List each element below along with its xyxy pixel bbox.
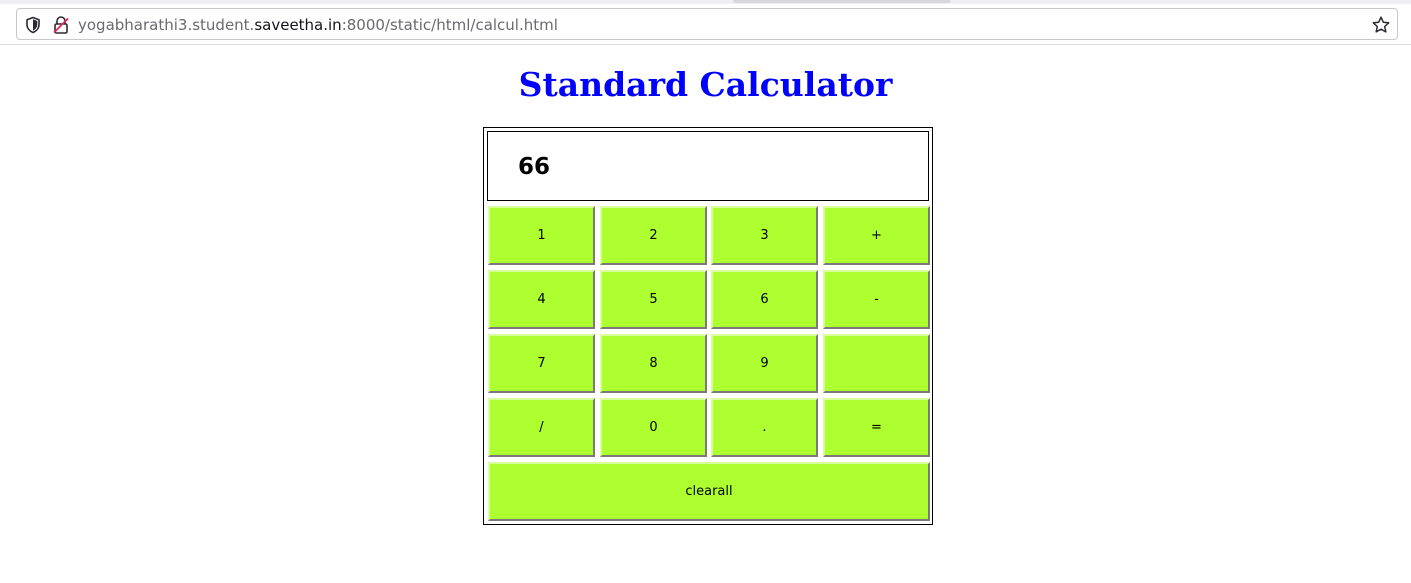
plus-button[interactable]: +: [823, 206, 930, 265]
shield-icon[interactable]: [24, 16, 42, 34]
calculator: 66 1 2 3 + 4 5 6 - 7 8 9 / 0 . = clearal…: [483, 127, 933, 525]
clear-all-button[interactable]: clearall: [488, 462, 930, 521]
key-5-button[interactable]: 5: [600, 270, 707, 329]
url-path: :8000/static/html/calcul.html: [341, 16, 558, 34]
address-bar[interactable]: yogabharathi3.student.saveetha.in:8000/s…: [16, 8, 1398, 40]
equals-button[interactable]: =: [823, 398, 930, 457]
minus-button[interactable]: -: [823, 270, 930, 329]
url-host: saveetha.in: [254, 16, 342, 34]
browser-tab-strip: [0, 0, 1411, 4]
divide-button[interactable]: /: [488, 398, 595, 457]
display-value: 66: [518, 154, 551, 180]
key-1-button[interactable]: 1: [488, 206, 595, 265]
page-title: Standard Calculator: [518, 65, 893, 104]
key-6-button[interactable]: 6: [711, 270, 818, 329]
key-9-button[interactable]: 9: [711, 334, 818, 393]
blank-button[interactable]: [823, 334, 930, 393]
decimal-point-button[interactable]: .: [711, 398, 818, 457]
key-4-button[interactable]: 4: [488, 270, 595, 329]
bookmark-star-icon[interactable]: [1371, 15, 1391, 35]
key-2-button[interactable]: 2: [600, 206, 707, 265]
key-0-button[interactable]: 0: [600, 398, 707, 457]
url-prefix: yogabharathi3.student.: [78, 16, 255, 34]
url-text[interactable]: yogabharathi3.student.saveetha.in:8000/s…: [78, 16, 558, 34]
calculator-display: 66: [487, 131, 929, 201]
key-8-button[interactable]: 8: [600, 334, 707, 393]
insecure-lock-icon[interactable]: [52, 15, 70, 35]
key-7-button[interactable]: 7: [488, 334, 595, 393]
toolbar-divider: [0, 44, 1411, 45]
key-3-button[interactable]: 3: [711, 206, 818, 265]
browser-tab-edge[interactable]: [733, 0, 951, 3]
